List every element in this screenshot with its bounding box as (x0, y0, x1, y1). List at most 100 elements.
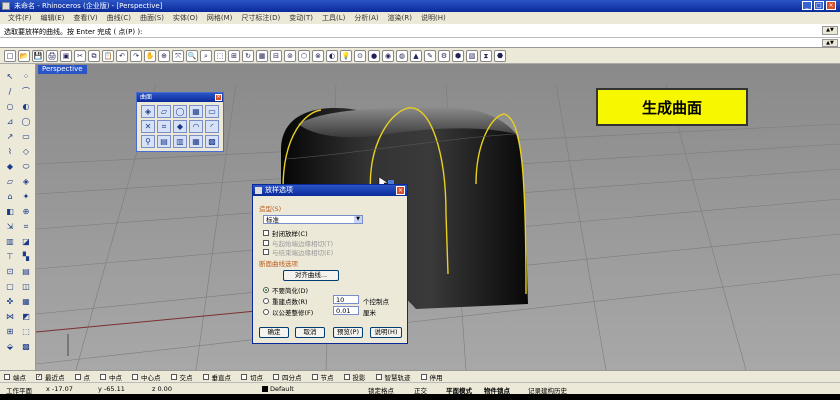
toolbar-button-icon[interactable]: ↶ (116, 49, 128, 62)
help-button[interactable]: 说明(H) (370, 327, 402, 338)
osnap-item[interactable]: 节点 (311, 372, 334, 382)
toolbar-button-icon[interactable]: ◐ (326, 49, 338, 62)
refit-row[interactable]: 以公差整修(F) (263, 307, 313, 317)
osnap-checkbox[interactable] (420, 373, 427, 380)
osnap-checkbox[interactable] (132, 373, 138, 380)
dialog-titlebar[interactable]: 放样选项 × (253, 185, 407, 196)
toolbar-button-icon[interactable]: 💾 (32, 49, 44, 62)
osnap-checkbox[interactable]: ✓ (36, 373, 42, 380)
toolbar-button-icon[interactable]: ⌕ (200, 49, 212, 62)
toolbar-button-icon[interactable]: ▲ (410, 49, 422, 62)
osnap-checkbox[interactable] (4, 373, 10, 380)
toolbar-button-icon[interactable]: 💡 (340, 49, 352, 62)
osnap-checkbox[interactable] (311, 373, 318, 380)
palette-tool-icon[interactable]: ▥ (173, 135, 187, 148)
left-tool-icon[interactable]: ▥ (3, 235, 17, 248)
menu-analyze[interactable]: 分析(A) (354, 13, 378, 23)
toolbar-button-icon[interactable]: ⚙ (438, 49, 450, 62)
menu-dimension[interactable]: 尺寸标注(D) (241, 13, 280, 23)
left-tool-icon[interactable]: ⌇ (3, 145, 17, 158)
menu-view[interactable]: 查看(V) (73, 13, 97, 23)
toolbar-button-icon[interactable]: 🖨 (46, 49, 58, 62)
palette-titlebar[interactable]: 曲面 × (137, 93, 223, 102)
menu-curve[interactable]: 曲线(C) (107, 13, 131, 23)
left-tool-icon[interactable]: ◇ (19, 145, 33, 158)
osnap-item[interactable]: 投影 (343, 372, 366, 382)
perspective-viewport[interactable]: Perspective 生成曲面 曲面 × ◈ ▱ ◯ ▦ ▭ ✕ ⌗ ◆ ◠ ◜ ⚲ ▤ ▥ ▦ ▩ 放样… (36, 64, 840, 370)
left-tool-icon[interactable]: ⊤ (3, 250, 17, 263)
palette-tool-icon[interactable]: ▦ (189, 135, 203, 148)
left-tool-icon[interactable]: ↖ (3, 70, 17, 83)
toolbar-button-icon[interactable]: ⤧ (172, 49, 184, 62)
left-tool-icon[interactable]: ◫ (19, 280, 33, 293)
osnap-item[interactable]: 点 (74, 372, 90, 382)
left-tool-icon[interactable]: ↗ (3, 130, 17, 143)
toolbar-button-icon[interactable]: 📋 (102, 49, 114, 62)
palette-tool-icon[interactable]: ⚲ (141, 135, 155, 148)
left-tool-icon[interactable]: ⌗ (19, 220, 33, 233)
left-tool-icon[interactable]: ∕ (3, 85, 17, 98)
palette-tool-icon[interactable]: ▤ (157, 135, 171, 148)
toolbar-button-icon[interactable]: ⊟ (270, 49, 282, 62)
minimize-button[interactable]: _ (802, 1, 812, 10)
menu-solid[interactable]: 实体(O) (173, 13, 198, 23)
left-tool-icon[interactable]: ⬭ (19, 160, 33, 173)
osnap-item[interactable]: 停用 (420, 372, 443, 382)
command-input[interactable]: ▲▼ (0, 37, 840, 47)
toolbar-button-icon[interactable]: ⧗ (480, 49, 492, 62)
menu-help[interactable]: 说明(H) (421, 13, 446, 23)
viewport-title-tab[interactable]: Perspective (38, 65, 87, 74)
menu-file[interactable]: 文件(F) (8, 13, 32, 23)
osnap-item[interactable]: 中心点 (132, 372, 161, 382)
left-tool-icon[interactable]: ▢ (3, 280, 17, 293)
toolbar-button-icon[interactable]: ↷ (130, 49, 142, 62)
toolbar-button-icon[interactable]: □ (4, 49, 16, 62)
rebuild-radio[interactable] (263, 298, 269, 304)
left-tool-icon[interactable]: ◧ (3, 205, 17, 218)
left-tool-icon[interactable]: ⬚ (19, 325, 33, 338)
toolbar-button-icon[interactable]: ⬚ (214, 49, 226, 62)
osnap-checkbox[interactable] (74, 373, 81, 380)
preview-button[interactable]: 预览(P) (333, 327, 363, 338)
left-tool-icon[interactable]: ▱ (3, 175, 17, 188)
no-simplify-radio[interactable] (263, 287, 269, 293)
left-tool-icon[interactable]: ⊿ (3, 115, 17, 128)
rhino-app-icon[interactable] (2, 2, 10, 10)
palette-tool-icon[interactable]: ◠ (189, 120, 203, 133)
toolbar-button-icon[interactable]: ⊗ (312, 49, 324, 62)
toolbar-button-icon[interactable]: ⊕ (158, 49, 170, 62)
osnap-checkbox[interactable] (241, 373, 247, 380)
toolbar-button-icon[interactable]: ⊙ (354, 49, 366, 62)
left-tool-icon[interactable]: ⬙ (3, 340, 17, 353)
menu-surface[interactable]: 曲面(S) (140, 13, 164, 23)
left-tool-icon[interactable]: ⋈ (3, 310, 17, 323)
palette-tool-icon[interactable]: ▩ (205, 135, 219, 148)
osnap-item[interactable]: ✓ 最近点 (36, 372, 65, 382)
toolbar-button-icon[interactable]: ⊚ (284, 49, 296, 62)
refit-radio[interactable] (263, 309, 269, 315)
osnap-checkbox[interactable] (170, 373, 177, 380)
toolbar-button-icon[interactable]: ✂ (74, 49, 86, 62)
osnap-item[interactable]: 智慧轨迹 (375, 372, 411, 382)
left-tool-icon[interactable]: ▚ (19, 250, 33, 263)
left-tool-icon[interactable]: ⌒ (19, 85, 33, 98)
close-button[interactable]: × (826, 1, 836, 10)
left-tool-icon[interactable]: ✦ (19, 190, 33, 203)
palette-tool-icon[interactable]: ◜ (205, 120, 219, 133)
toolbar-button-icon[interactable]: 🔍 (186, 49, 198, 62)
chevron-down-icon[interactable]: ▼ (354, 216, 362, 223)
current-layer[interactable]: Default (262, 385, 294, 393)
toolbar-button-icon[interactable]: ▦ (256, 49, 268, 62)
maximize-button[interactable]: □ (814, 1, 824, 10)
toolbar-button-icon[interactable]: 📂 (18, 49, 30, 62)
left-tool-icon[interactable]: ◪ (19, 235, 33, 248)
osnap-item[interactable]: 中点 (100, 372, 122, 382)
left-tool-icon[interactable]: ⊕ (19, 205, 33, 218)
toolbar-button-icon[interactable]: ⬣ (494, 49, 506, 62)
left-tool-icon[interactable]: ◯ (19, 115, 33, 128)
palette-tool-icon[interactable]: ▱ (157, 105, 171, 118)
cancel-button[interactable]: 取消 (295, 327, 325, 338)
command-history-scroll[interactable]: ▲▼ (822, 26, 838, 35)
palette-tool-icon[interactable]: ⌗ (157, 120, 171, 133)
closed-loft-row[interactable]: 封闭放样(C) (263, 228, 308, 238)
